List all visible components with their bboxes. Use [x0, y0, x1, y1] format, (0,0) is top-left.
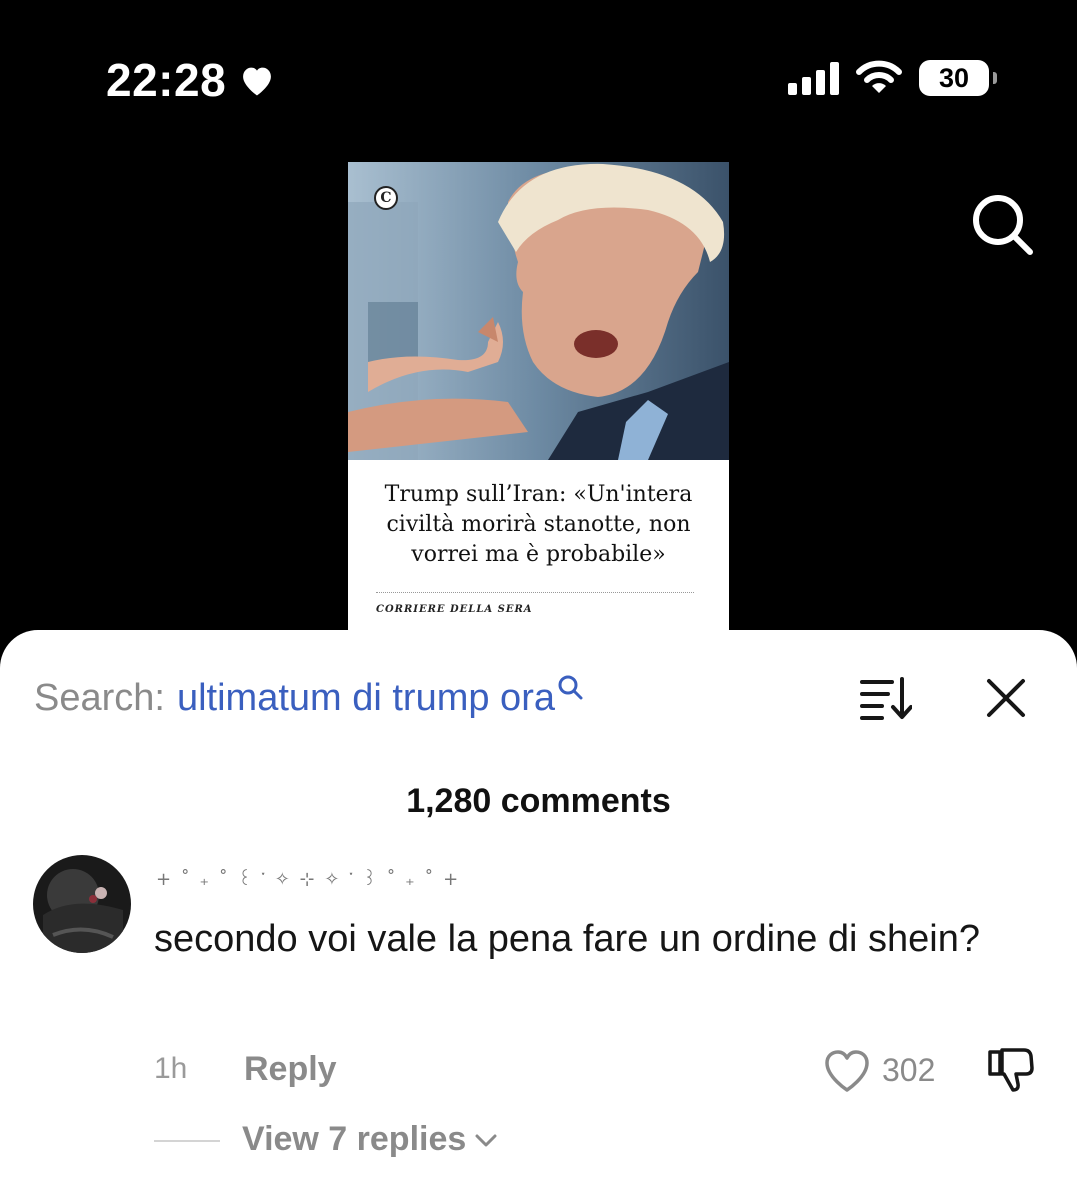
heart-outline-icon[interactable] — [822, 1048, 872, 1094]
status-time-group: 22:28 — [106, 52, 276, 108]
news-post-card[interactable]: C Trump sull’Iran: «Un'intera civiltà mo… — [348, 162, 729, 642]
heart-icon — [243, 67, 272, 96]
search-label: Search: — [34, 677, 165, 719]
like-count: 302 — [882, 1052, 936, 1088]
sort-icon[interactable] — [860, 676, 912, 720]
cellular-signal-icon — [788, 61, 839, 95]
chevron-down-icon — [475, 1134, 497, 1146]
status-time: 22:28 — [106, 54, 227, 106]
reply-button[interactable]: Reply — [244, 1050, 337, 1089]
close-icon[interactable] — [984, 676, 1028, 720]
battery-indicator: 30 — [919, 60, 997, 96]
view-replies-label: View 7 replies — [242, 1120, 467, 1158]
search-query-link[interactable]: ultimatum di trump ora — [177, 676, 555, 720]
news-photo — [348, 162, 729, 460]
card-divider — [376, 592, 694, 593]
comment-username[interactable]: + ˚ ₊ ˚ ꒰ ་ ✧ ⊹ ✧ ་ ꒱ ˚ ₊ ˚ + — [156, 860, 460, 910]
comments-sheet: Search: ultimatum di trump ora 1,280 com… — [0, 630, 1077, 1200]
search-icon[interactable] — [968, 190, 1036, 258]
avatar[interactable] — [33, 855, 131, 953]
replies-divider — [154, 1140, 220, 1142]
thumbs-down-icon[interactable] — [986, 1046, 1036, 1094]
comment-text: secondo voi vale la pena fare un ordine … — [154, 918, 981, 960]
corriere-logo: C — [374, 186, 398, 210]
comment-count: 1,280 comments — [406, 782, 671, 820]
news-headline: Trump sull’Iran: «Un'intera civiltà mori… — [384, 482, 693, 567]
view-replies-button[interactable]: View 7 replies — [242, 1120, 498, 1159]
comment-timestamp: 1h — [154, 1052, 188, 1085]
status-indicators: 30 — [788, 60, 997, 96]
comment-search-row[interactable]: Search: ultimatum di trump ora — [34, 674, 583, 720]
wifi-icon — [856, 60, 902, 93]
search-icon[interactable] — [557, 674, 583, 700]
status-bar: 22:28 30 — [0, 0, 1077, 150]
publisher-name: CORRIERE DELLA SERA — [376, 604, 533, 615]
